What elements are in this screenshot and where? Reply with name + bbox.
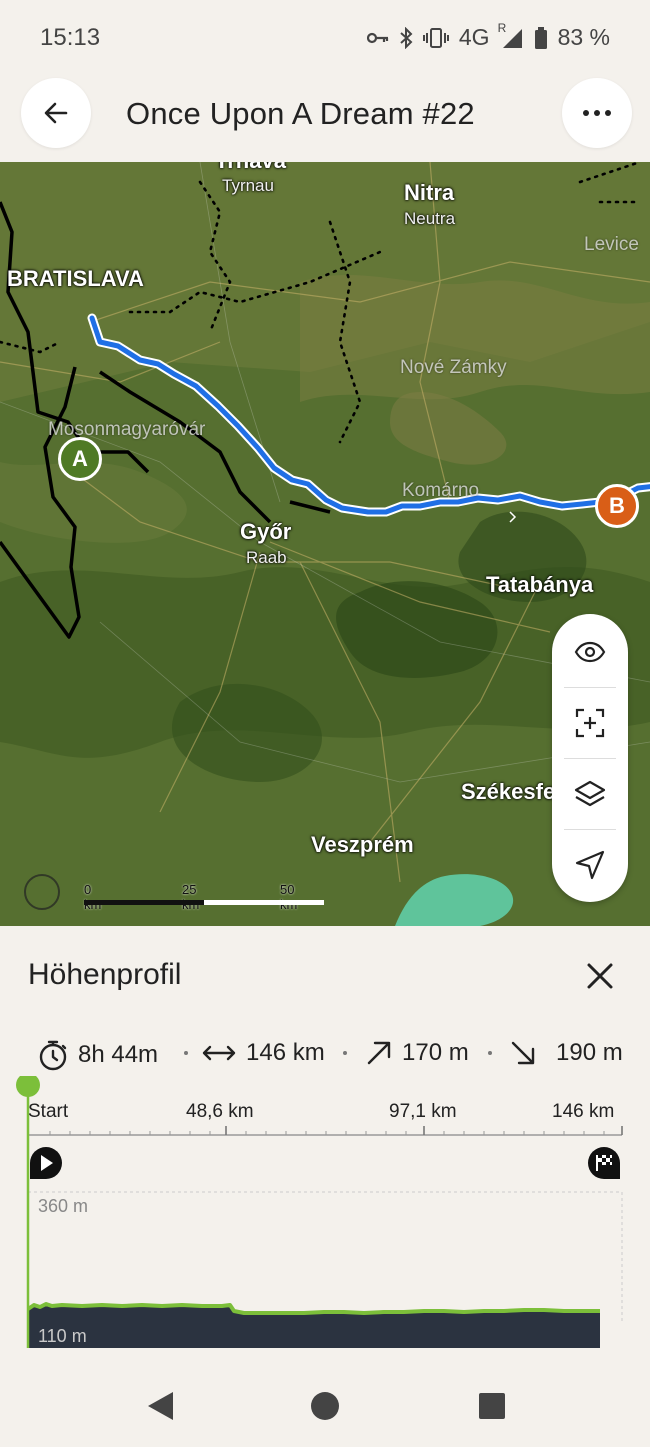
compass-icon[interactable] <box>24 874 60 910</box>
arrow-up-right-icon <box>367 1041 391 1065</box>
system-navbar <box>0 1370 650 1447</box>
close-icon <box>587 963 613 989</box>
more-button[interactable] <box>562 78 632 148</box>
scale-label-0: 0 km <box>84 882 101 912</box>
place-neutra: Neutra <box>404 209 456 228</box>
page-title: Once Upon A Dream #22 <box>126 96 475 131</box>
vibrate-icon <box>422 27 449 48</box>
navigate-icon <box>575 850 605 880</box>
battery-label: 83 % <box>557 24 610 50</box>
map-controls <box>552 614 628 902</box>
stat-descent: 190 m <box>510 1039 623 1067</box>
duration-value: 8h 44m <box>78 1041 159 1068</box>
focus-plus-icon <box>575 708 605 738</box>
ascent-value: 170 m <box>402 1039 469 1066</box>
place-nove-zamky: Nové Zámky <box>400 357 507 378</box>
axis-label-t1: 48,6 km <box>186 1101 254 1122</box>
scale-bar-light <box>204 900 324 905</box>
elevation-profile[interactable]: Start 48,6 km 97,1 km 146 km 360 m 110 m <box>0 1076 650 1351</box>
elevation-panel: Höhenprofil 8h 44m 146 km 170 m 190 m St… <box>0 926 650 1447</box>
distance-value: 146 km <box>246 1039 325 1066</box>
network-label: 4G <box>458 24 490 50</box>
scale-bar-dark <box>84 900 204 905</box>
layers-icon <box>574 780 606 807</box>
route-map[interactable]: Trnava Tyrnau Nitra Neutra Levice BRATIS… <box>0 162 650 926</box>
axis-label-start: Start <box>28 1101 69 1122</box>
place-tatabanya: Tatabánya <box>486 572 594 597</box>
locate-button[interactable] <box>552 830 628 900</box>
route-stats: 8h 44m 146 km 170 m 190 m <box>38 1039 628 1075</box>
visibility-button[interactable] <box>552 617 628 687</box>
place-trnava: Trnava <box>215 162 286 174</box>
place-tyrnau: Tyrnau <box>222 176 274 195</box>
app-header: Once Upon A Dream #22 <box>0 76 650 162</box>
stopwatch-icon <box>39 1040 67 1071</box>
place-veszprem: Veszprém <box>311 832 414 857</box>
place-nitra: Nitra <box>404 180 455 205</box>
arrow-left-icon <box>44 102 68 124</box>
start-marker[interactable]: A <box>58 437 102 481</box>
elevation-max-label: 360 m <box>38 1196 89 1216</box>
place-gyor: Győr <box>240 519 292 544</box>
place-komarno: Komárno <box>402 480 480 501</box>
place-bratislava: BRATISLAVA <box>7 266 144 291</box>
status-bar: 15:13 4G R 83 % <box>0 0 650 76</box>
signal-icon: R <box>498 21 524 49</box>
end-marker[interactable]: B <box>595 484 639 528</box>
place-raab: Raab <box>246 548 287 567</box>
eye-icon <box>574 641 606 663</box>
distance-arrows-icon <box>202 1045 236 1061</box>
axis-label-t2: 97,1 km <box>389 1101 457 1122</box>
more-horizontal-icon <box>583 110 611 116</box>
descent-value: 190 m <box>556 1039 623 1066</box>
status-icons: 4G R 83 % <box>366 21 610 51</box>
arrow-down-right-icon <box>511 1041 535 1065</box>
back-button[interactable] <box>21 78 91 148</box>
recents-square-icon[interactable] <box>478 1390 506 1427</box>
zoom-to-route-button[interactable] <box>552 688 628 758</box>
bluetooth-icon <box>399 26 413 49</box>
play-flag-icon <box>29 1146 63 1191</box>
scale-label-50: 50 km <box>280 882 297 912</box>
home-circle-icon[interactable] <box>310 1390 340 1427</box>
battery-icon <box>534 26 548 49</box>
panel-title: Höhenprofil <box>28 958 182 991</box>
roaming-label: R <box>497 20 507 35</box>
stat-ascent: 170 m <box>366 1039 469 1067</box>
stat-distance: 146 km <box>202 1039 325 1067</box>
place-levice: Levice <box>584 234 639 255</box>
close-button[interactable] <box>584 960 616 992</box>
scale-label-25: 25 km <box>182 882 199 912</box>
axis-label-end: 146 km <box>552 1101 615 1122</box>
map-layers-button[interactable] <box>552 759 628 829</box>
key-icon <box>366 31 389 45</box>
back-triangle-icon[interactable] <box>145 1390 175 1427</box>
status-time: 15:13 <box>40 24 101 51</box>
checkered-flag-icon <box>587 1146 621 1191</box>
stat-duration: 8h 44m <box>38 1039 158 1071</box>
elevation-min-label: 110 m <box>38 1326 87 1346</box>
